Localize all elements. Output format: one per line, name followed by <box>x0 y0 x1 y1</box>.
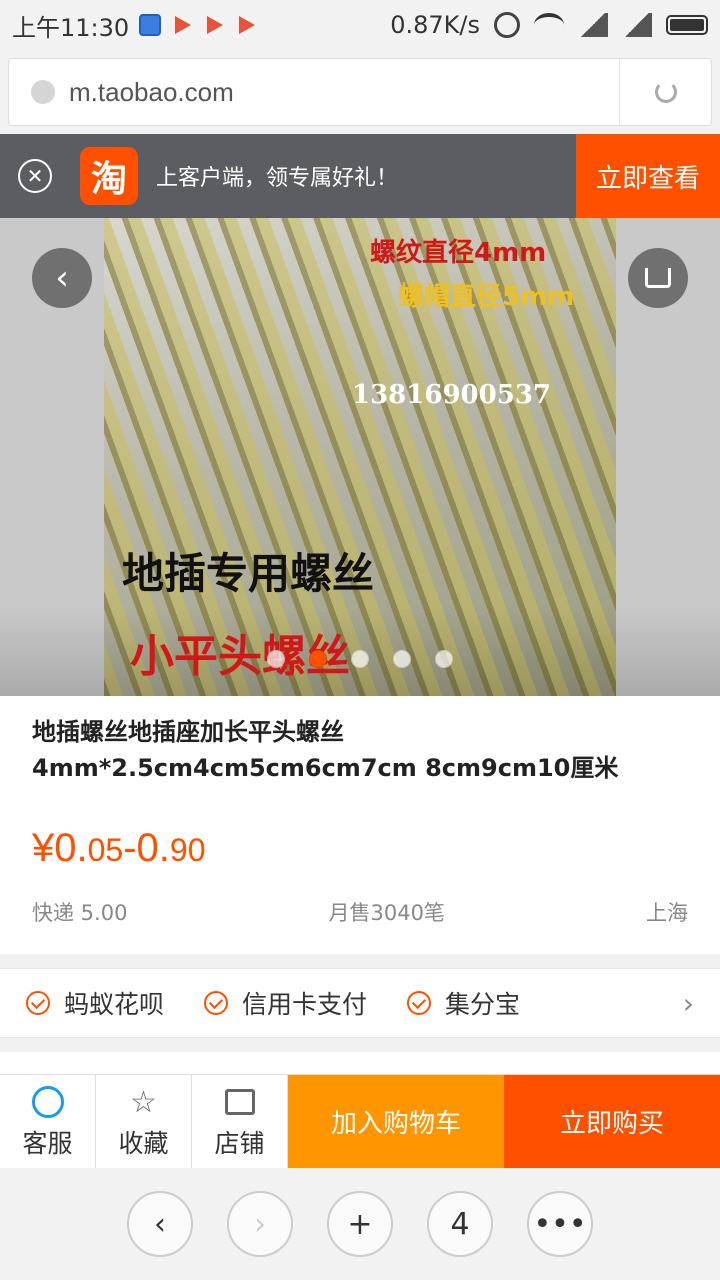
browser-forward-button[interactable]: › <box>227 1191 293 1257</box>
taobao-logo: 淘 <box>80 147 138 205</box>
wifi-icon <box>534 13 564 37</box>
cart-icon <box>645 268 671 288</box>
add-to-cart-button[interactable]: 加入购物车 <box>288 1075 504 1168</box>
chevron-left-icon: ‹ <box>154 1206 166 1242</box>
alarm-icon <box>494 12 520 38</box>
back-button[interactable]: ‹ <box>32 248 92 308</box>
gallery-dot-active[interactable] <box>309 650 327 668</box>
product-title-line2: 4mm*2.5cm4cm5cm6cm7cm 8cm9cm10厘米 <box>32 754 619 782</box>
gallery-pagination <box>0 650 720 668</box>
customer-service-button[interactable]: 客服 <box>0 1075 96 1169</box>
chat-smile-icon <box>31 1086 64 1118</box>
product-price: ¥0.05-0.90 <box>32 826 206 870</box>
check-icon <box>407 991 432 1015</box>
gallery-dot[interactable] <box>351 650 369 668</box>
browser-back-button[interactable]: ‹ <box>127 1191 193 1257</box>
chevron-right-icon: › <box>254 1206 266 1242</box>
store-icon <box>224 1089 255 1115</box>
product-info: 地插螺丝地插座加长平头螺丝 4mm*2.5cm4cm5cm6cm7cm 8cm9… <box>0 696 720 954</box>
status-bar: 上午11:30 0.87K/s <box>0 0 720 50</box>
check-icon <box>26 991 50 1015</box>
play-store-icon <box>203 14 225 36</box>
play-store-icon <box>171 14 193 36</box>
image-text-phone: 13816900537 <box>352 380 551 410</box>
signal-icon <box>578 13 608 37</box>
browser-navigation: ‹ › + 4 ••• <box>0 1168 720 1280</box>
ship-location: 上海 <box>645 901 688 925</box>
payment-services[interactable]: 蚂蚁花呗 信用卡支付 集分宝 › <box>0 968 720 1038</box>
favorite-button[interactable]: ☆ 收藏 <box>96 1075 192 1169</box>
app-download-banner: ✕ 淘 上客户端，领专属好礼！ 立即查看 <box>0 134 720 218</box>
shipping-fee: 快递 5.00 <box>32 901 128 925</box>
network-speed: 0.87K/s <box>390 11 480 39</box>
close-icon[interactable]: ✕ <box>18 159 52 193</box>
image-text-thread: 螺纹直径4mm <box>370 238 547 268</box>
service-item: 信用卡支付 <box>204 985 367 1021</box>
monthly-sales: 月售3040笔 <box>328 901 445 925</box>
product-title: 地插螺丝地插座加长平头螺丝 4mm*2.5cm4cm5cm6cm7cm 8cm9… <box>32 714 688 786</box>
address-bar-container: m.taobao.com <box>0 50 720 134</box>
open-app-button[interactable]: 立即查看 <box>576 134 720 218</box>
gallery-dot[interactable] <box>393 650 411 668</box>
gallery-dot[interactable] <box>435 650 453 668</box>
image-text-headline: 地插专用螺丝 <box>122 549 375 598</box>
site-icon <box>31 80 55 104</box>
check-icon <box>204 991 229 1015</box>
gallery-dot[interactable] <box>267 650 285 668</box>
status-time: 上午11:30 <box>12 13 130 42</box>
tab-count-button[interactable]: 4 <box>427 1191 493 1257</box>
menu-button[interactable]: ••• <box>527 1191 593 1257</box>
cart-button[interactable] <box>628 248 688 308</box>
bottom-action-bar: 客服 ☆ 收藏 店铺 加入购物车 立即购买 <box>0 1074 720 1169</box>
url-text[interactable]: m.taobao.com <box>69 77 234 108</box>
service-item: 蚂蚁花呗 <box>26 985 164 1021</box>
signal-icon <box>622 13 652 37</box>
product-gallery[interactable]: 螺纹直径4mm 螺帽直径5mm 13816900537 地插专用螺丝 小平头螺丝… <box>0 218 720 696</box>
banner-text: 上客户端，领专属好礼！ <box>156 166 399 191</box>
battery-icon <box>666 15 708 35</box>
chevron-left-icon: ‹ <box>55 258 69 298</box>
reload-icon <box>654 81 677 103</box>
product-title-line1: 地插螺丝地插座加长平头螺丝 <box>32 718 344 746</box>
play-store-icon <box>235 14 257 36</box>
new-tab-button[interactable]: + <box>327 1191 393 1257</box>
more-icon: ••• <box>533 1206 587 1242</box>
app-notification-icon <box>139 14 162 36</box>
shop-button[interactable]: 店铺 <box>192 1075 288 1169</box>
status-right: 0.87K/s <box>390 11 708 39</box>
address-bar[interactable]: m.taobao.com <box>8 58 712 126</box>
buy-now-button[interactable]: 立即购买 <box>504 1075 720 1168</box>
plus-icon: + <box>347 1206 373 1242</box>
reload-button[interactable] <box>619 59 711 125</box>
product-meta: 快递 5.00 月售3040笔 上海 <box>32 897 688 927</box>
chevron-right-icon[interactable]: › <box>683 987 694 1020</box>
service-item: 集分宝 <box>407 985 520 1021</box>
star-icon: ☆ <box>130 1084 157 1120</box>
image-text-head: 螺帽直径5mm <box>398 282 575 312</box>
